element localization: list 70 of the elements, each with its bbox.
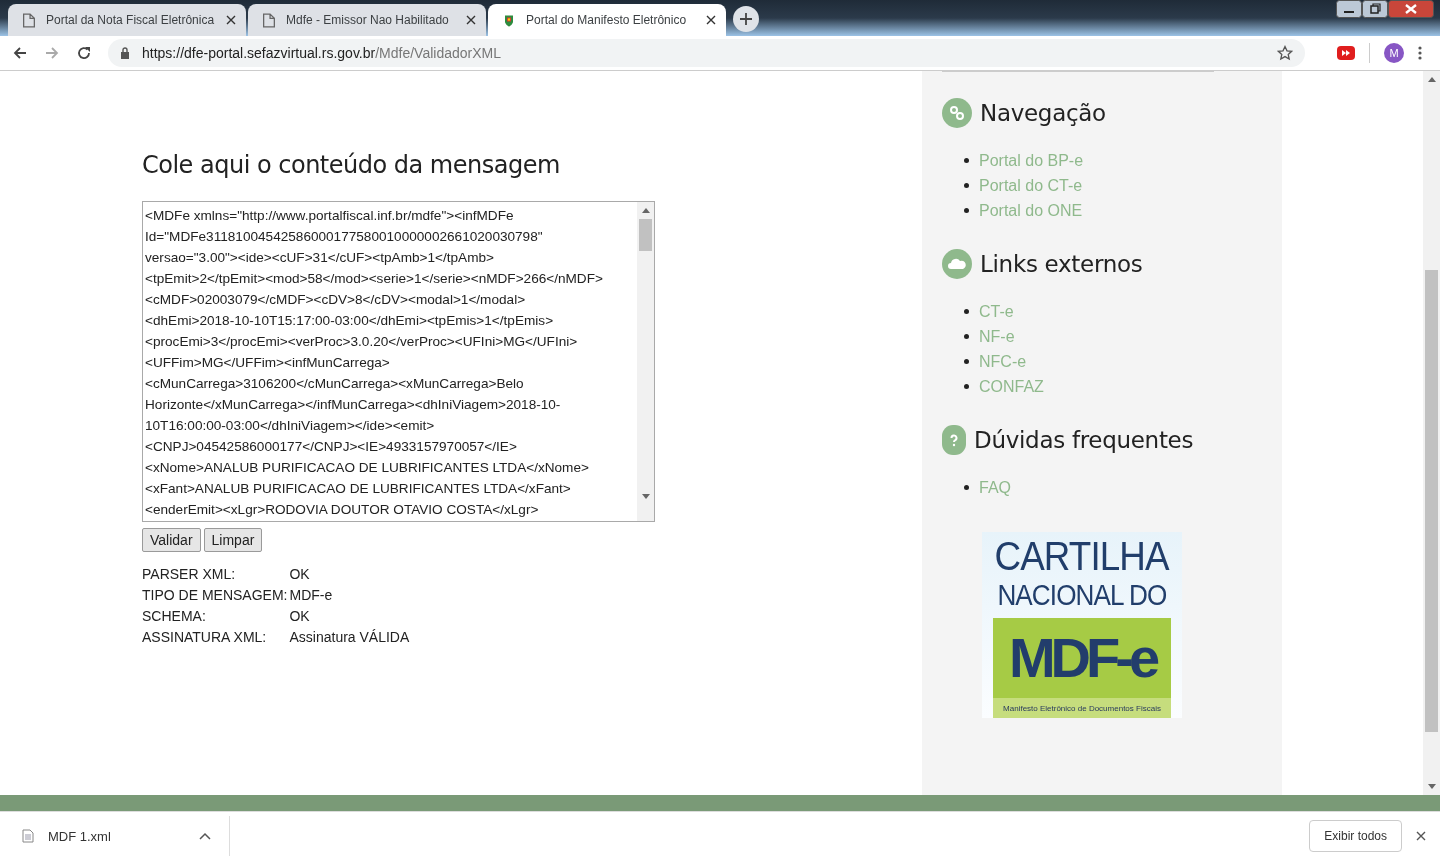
back-icon[interactable] (12, 45, 28, 61)
close-icon[interactable] (226, 15, 236, 25)
xml-text-line: <procEmi>3</procEmi><verProc>3.0.20</verProc><UFIni>MG</UFIni> (145, 333, 579, 351)
xml-text-line: <CNPJ>04542586000177</CNPJ><IE>4933157970057</IE> (145, 438, 518, 456)
xml-text-line: <cMunCarrega>3106200</cMunCarrega><xMunCarrega>Belo (145, 375, 525, 393)
sidebar-heading: Links externos (980, 251, 1143, 277)
banner-logo-text: MDF-e (1008, 626, 1156, 690)
section-heading: Cole aqui o conteúdo da mensagem (142, 151, 561, 179)
textarea-scrollbar[interactable] (637, 202, 654, 521)
xml-input-field[interactable] (142, 201, 655, 522)
profile-avatar[interactable]: M (1384, 43, 1404, 63)
xml-text-line: <xFant>ANALUB PURIFICACAO DE LUBRIFICANTES LTDA</xFant> (145, 480, 572, 498)
result-label: SCHEMA: (142, 607, 207, 626)
xml-text-line: 10T16:00:00-03:00</dhIniViagem></ide><emit> (145, 417, 436, 435)
xml-text-line: <UFFim>MG</UFFim><infMunCarrega> (145, 354, 391, 372)
show-all-button[interactable]: Exibir todos (1309, 820, 1402, 852)
page-icon (262, 12, 276, 28)
restore-icon[interactable] (1362, 0, 1388, 18)
xml-text-line: <cMDF>02003079</cMDF><cDV>8</cDV><modal>1</modal> (145, 291, 527, 309)
chevron-up-icon[interactable] (199, 832, 211, 840)
banner-subtitle: NACIONAL DO (997, 578, 1167, 612)
file-icon (22, 829, 34, 843)
tab-title: Portal do Manifesto Eletrônico (526, 13, 688, 27)
menu-icon[interactable] (1418, 45, 1422, 61)
result-value: OK (289, 565, 311, 584)
extension-icon[interactable] (1337, 46, 1355, 60)
file-name: MDF 1.xml (48, 828, 112, 844)
close-icon[interactable] (1388, 0, 1434, 18)
address-bar[interactable]: https://dfe-portal.sefazvirtual.rs.gov.br/Mdfe/ValidadorXML (108, 39, 1305, 67)
page-icon (22, 12, 36, 28)
reload-icon[interactable] (76, 45, 92, 61)
result-label: PARSER XML: (142, 565, 237, 584)
xml-text-line: <MDFe xmlns="http://www.portalfiscal.inf.br/mdfe"><infMDFe (145, 207, 515, 225)
result-label: TIPO DE MENSAGEM: (142, 586, 288, 605)
banner-caption: Manifesto Eletrônico de Documentos Fiscais (993, 698, 1171, 718)
banner-title: CARTILHA (995, 534, 1169, 578)
tab-title: Mdfe - Emissor Nao Habilitado (286, 13, 450, 27)
brochure-banner[interactable]: CARTILHA NACIONAL DO MDF-e Manifesto Eletrônico de Documentos Fiscais (982, 532, 1182, 718)
xml-text-line: Horizonte</xMunCarrega></infMunCarrega><dhIniViagem>2018-10- (145, 396, 562, 414)
browser-tab[interactable]: Mdfe - Emissor Nao Habilitado (248, 4, 486, 36)
page-scrollbar[interactable] (1423, 71, 1440, 795)
close-icon[interactable] (466, 15, 476, 25)
xml-text-line: <xNome>ANALUB PURIFICACAO DE LUBRIFICANTES LTDA</xNome> (145, 459, 590, 477)
star-icon[interactable] (1277, 45, 1293, 61)
chain-link-icon (942, 98, 972, 128)
sidebar-heading: Dúvidas frequentes (974, 427, 1194, 453)
result-value: Assinatura VÁLIDA (289, 628, 410, 647)
result-label: ASSINATURA XML: (142, 628, 268, 647)
browser-tab[interactable]: Portal do Manifesto Eletrônico (488, 4, 726, 36)
minimize-icon[interactable] (1336, 0, 1362, 18)
tab-title: Portal da Nota Fiscal Eletrônica (46, 13, 216, 27)
clear-button[interactable]: Limpar (203, 528, 263, 552)
download-item[interactable]: MDF 1.xml (0, 816, 230, 856)
xml-text-line: <tpEmit>2</tpEmit><mod>58</mod><serie>1</serie><nMDF>266</nMDF> (145, 270, 604, 288)
result-value: MDF-e (289, 586, 334, 605)
question-icon (942, 425, 966, 455)
xml-text-line: versao="3.00"><ide><cUF>31</cUF><tpAmb>1</tpAmb> (145, 249, 495, 267)
xml-text-line: <enderEmit><xLgr>RODOVIA DOUTOR OTAVIO COSTA</xLgr> (145, 501, 540, 519)
close-icon[interactable] (706, 15, 716, 25)
close-icon[interactable] (1416, 831, 1426, 841)
browser-tab[interactable]: Portal da Nota Fiscal Eletrônica (8, 4, 246, 36)
xml-text-line: <dhEmi>2018-10-10T15:17:00-03:00</dhEmi><tpEmis>1</tpEmis> (145, 312, 555, 330)
url-text: https://dfe-portal.sefazvirtual.rs.gov.br/Mdfe/ValidadorXML (142, 45, 502, 61)
lock-icon (120, 47, 130, 59)
result-value: OK (289, 607, 311, 626)
xml-text-line: Id="MDFe31181004542586000177580010000002661020030798" (145, 228, 544, 246)
sidebar-heading: Navegação (980, 100, 1106, 126)
new-tab-icon[interactable] (732, 5, 760, 33)
validate-button[interactable]: Validar (142, 528, 201, 552)
cloud-icon (942, 249, 972, 279)
